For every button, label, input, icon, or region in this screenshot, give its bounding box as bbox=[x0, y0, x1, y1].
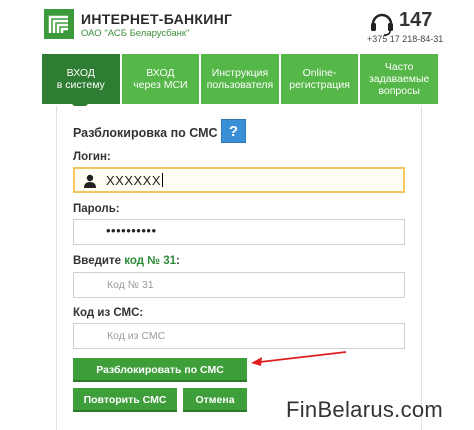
tab-label-line1: Часто bbox=[384, 61, 414, 73]
login-field[interactable]: XXXXXX bbox=[73, 167, 405, 193]
tab-user-guide[interactable]: Инструкция пользователя bbox=[201, 54, 279, 104]
cancel-button[interactable]: Отмена bbox=[183, 388, 247, 412]
tab-label-line1: Online- bbox=[302, 67, 337, 79]
tab-label-line2: регистрация bbox=[289, 79, 350, 91]
tab-label-line2: через МСИ bbox=[133, 79, 188, 91]
help-button[interactable]: ? bbox=[221, 119, 246, 143]
tab-label-line1: ВХОД bbox=[66, 67, 95, 79]
tab-login[interactable]: ВХОД в систему bbox=[42, 54, 120, 104]
tab-login-msi[interactable]: ВХОД через МСИ bbox=[121, 54, 200, 104]
tab-label-line2: пользователя bbox=[206, 79, 274, 91]
sms-code-label: Код из СМС: bbox=[73, 307, 144, 319]
tab-label-line2: в систему bbox=[56, 79, 105, 91]
sms-code-field[interactable]: Код из СМС bbox=[73, 323, 405, 349]
code-field[interactable]: Код № 31 bbox=[73, 272, 405, 298]
headset-icon bbox=[371, 13, 393, 36]
brand-title: ИНТЕРНЕТ-БАНКИНГ bbox=[81, 11, 233, 27]
brand-subtitle: ОАО "АСБ Беларусбанк" bbox=[81, 28, 190, 39]
code-label-prefix: Введите bbox=[73, 255, 122, 267]
code-label-code: код № 31 bbox=[124, 255, 177, 267]
annotation-arrow-icon bbox=[251, 351, 347, 366]
tab-online-registration[interactable]: Online-регистрация bbox=[280, 54, 359, 104]
repeat-sms-button[interactable]: Повторить СМС bbox=[73, 388, 177, 412]
tab-label-line3: вопросы bbox=[378, 85, 420, 97]
tab-faq[interactable]: Часто задаваемые вопросы bbox=[360, 54, 438, 104]
tab-label-line1: ВХОД bbox=[146, 67, 175, 79]
tab-label-line1: Инструкция bbox=[211, 67, 269, 79]
password-field[interactable]: •••••••••• bbox=[73, 219, 405, 245]
phone-full-number: +375 17 218-84-31 bbox=[367, 34, 444, 44]
unlock-sms-button[interactable]: Разблокировать по СМС bbox=[73, 358, 247, 382]
code-label-suffix: : bbox=[176, 255, 180, 267]
text-caret bbox=[162, 173, 164, 187]
code-label: Введите код № 31: bbox=[73, 255, 180, 267]
user-icon bbox=[84, 174, 96, 188]
belarusbank-logo-icon bbox=[44, 9, 74, 39]
password-value: •••••••••• bbox=[106, 223, 157, 238]
login-label: Логин: bbox=[73, 151, 111, 163]
tab-label-line2: задаваемые bbox=[368, 73, 430, 85]
page-header: ИНТЕРНЕТ-БАНКИНГ ОАО "АСБ Беларусбанк" 1… bbox=[0, 0, 474, 52]
watermark: FinBelarus.com bbox=[286, 397, 444, 422]
sms-code-placeholder: Код из СМС bbox=[107, 330, 166, 342]
form-title: Разблокировка по СМС bbox=[73, 126, 218, 140]
login-value: XXXXXX bbox=[106, 173, 162, 188]
main-nav-tabs: ВХОД в систему ВХОД через МСИ Инструкция по… bbox=[42, 54, 438, 111]
code-placeholder: Код № 31 bbox=[107, 279, 154, 291]
phone-short-number: 147 bbox=[399, 9, 433, 31]
password-label: Пароль: bbox=[73, 203, 120, 215]
